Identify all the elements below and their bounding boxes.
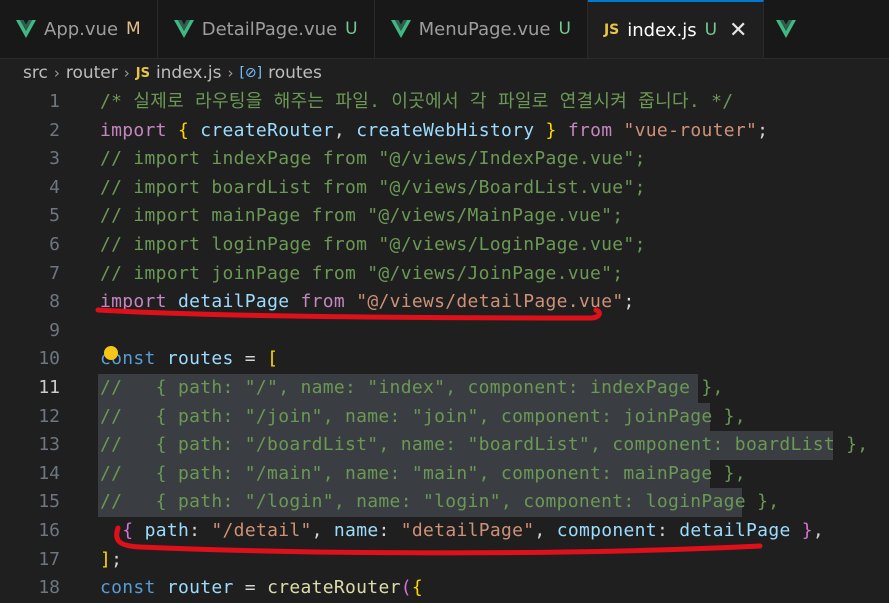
tab-detailpage-vue[interactable]: DetailPage.vue U — [158, 0, 375, 58]
code-text: // { path: "/", name: "index", component… — [100, 377, 724, 398]
tab-label: App.vue — [44, 18, 119, 40]
code-text: // import joinPage from "@/views/JoinPag… — [100, 262, 624, 284]
code-line: 2 import { createRouter, createWebHistory… — [0, 117, 889, 146]
tab-label: index.js — [627, 19, 697, 41]
tab-menupage-vue[interactable]: MenuPage.vue U — [375, 0, 588, 58]
code-line: 4 // import boardList from "@/views/Board… — [0, 174, 889, 203]
line-number: 15 — [38, 491, 60, 513]
line-number: 16 — [38, 520, 60, 541]
code-line: 7 // import joinPage from "@/views/JoinPa… — [0, 260, 889, 289]
code-text: import { createRouter, createWebHistory … — [100, 119, 769, 141]
code-text: // import boardList from "@/views/BoardL… — [100, 176, 646, 198]
code-line: 17]; — [0, 546, 889, 575]
code-line: 15 // { path: "/login", name: "login", co… — [0, 488, 889, 517]
breadcrumb-item-router[interactable]: router — [66, 63, 118, 83]
code-line: 16 { path: "/detail", name: "detailPage"… — [0, 517, 889, 546]
code-line: 6 // import loginPage from "@/views/Login… — [0, 231, 889, 260]
line-number: 17 — [38, 548, 60, 570]
tab-status-badge: U — [345, 19, 358, 39]
code-text: // import mainPage from "@/views/MainPag… — [100, 205, 624, 227]
code-line: 13 // { path: "/boardList", name: "boardL… — [0, 431, 889, 460]
tab-status-badge: U — [704, 20, 718, 40]
code-text: // import indexPage from "@/views/IndexP… — [100, 148, 646, 170]
code-text: // { path: "/login", name: "login", comp… — [100, 491, 780, 513]
code-text: { path: "/detail", name: "detailPage", c… — [122, 520, 825, 541]
tab-overflow[interactable] — [764, 0, 808, 58]
line-number: 14 — [38, 462, 60, 484]
code-text: /* 실제로 라우팅을 해주는 파일. 이곳에서 각 파일로 연결시켜 줍니다.… — [100, 91, 734, 112]
variable-symbol-icon: [⊘] — [239, 65, 263, 81]
tab-label: DetailPage.vue — [201, 18, 338, 40]
line-number: 13 — [38, 434, 60, 456]
code-line: 8 import detailPage from "@/views/detailP… — [0, 288, 889, 317]
tab-index-js[interactable]: JS index.js U ✕ — [587, 0, 765, 58]
chevron-right-icon: › — [123, 64, 130, 82]
line-number: 7 — [49, 262, 60, 284]
close-icon[interactable]: ✕ — [729, 18, 747, 43]
tab-label: MenuPage.vue — [418, 18, 551, 40]
tab-status-badge: U — [558, 19, 571, 39]
code-text: ]; — [100, 548, 123, 570]
code-text: // { path: "/boardList", name: "boardLis… — [100, 434, 869, 456]
line-number: 18 — [38, 577, 60, 599]
line-number: 9 — [49, 319, 60, 341]
line-number: 6 — [49, 234, 60, 255]
tab-app-vue[interactable]: App.vue M — [0, 0, 158, 58]
tab-status-badge: M — [126, 19, 141, 39]
js-icon: JS — [135, 65, 150, 81]
code-line: 18 const router = createRouter({ — [0, 574, 889, 603]
js-icon: JS — [603, 22, 620, 38]
editor-tab-bar: App.vue M DetailPage.vue U MenuPage.vue … — [0, 0, 889, 59]
line-number: 12 — [38, 405, 60, 427]
code-text: const routes = [ — [100, 348, 279, 370]
breadcrumb-item-file[interactable]: index.js — [156, 63, 222, 83]
vue-icon — [173, 20, 194, 38]
code-text: // { path: "/main", name: "main", compon… — [100, 462, 746, 484]
breadcrumb-item-symbol[interactable]: routes — [268, 63, 322, 83]
line-number: 11 — [38, 377, 60, 398]
code-line: 5 // import mainPage from "@/views/MainPa… — [0, 202, 889, 231]
line-number: 1 — [49, 91, 60, 112]
vue-icon — [16, 20, 36, 38]
code-line: 11 // { path: "/", name: "index", compone… — [0, 374, 889, 403]
line-number: 8 — [49, 291, 60, 313]
line-number: 2 — [49, 119, 60, 141]
line-number: 10 — [38, 348, 60, 370]
code-line: 1 /* 실제로 라우팅을 해주는 파일. 이곳에서 각 파일로 연결시켜 줍니다… — [0, 88, 889, 117]
code-line: 3 // import indexPage from "@/views/Index… — [0, 145, 889, 174]
code-line: 9 — [0, 317, 889, 346]
vue-icon — [390, 20, 411, 38]
code-line: 14 // { path: "/main", name: "main", comp… — [0, 460, 889, 489]
line-number: 5 — [49, 205, 60, 227]
lightbulb-icon[interactable] — [104, 346, 118, 360]
breadcrumb: src › router › JS index.js › [⊘] routes — [0, 58, 889, 88]
code-text: // { path: "/join", name: "join", compon… — [100, 405, 746, 427]
line-number: 3 — [49, 148, 60, 170]
code-text: // import loginPage from "@/views/LoginP… — [100, 234, 646, 255]
code-line: 12 // { path: "/join", name: "join", comp… — [0, 403, 889, 432]
code-text: const router = createRouter({ — [100, 577, 424, 599]
breadcrumb-item-src[interactable]: src — [23, 63, 48, 83]
vue-icon — [776, 20, 797, 38]
code-editor[interactable]: 1 /* 실제로 라우팅을 해주는 파일. 이곳에서 각 파일로 연결시켜 줍니다… — [0, 88, 889, 598]
code-line: 10 const routes = [ — [0, 345, 889, 374]
chevron-right-icon: › — [53, 64, 60, 82]
chevron-right-icon: › — [227, 64, 234, 82]
code-text: import detailPage from "@/views/detailPa… — [100, 291, 635, 313]
line-number: 4 — [49, 176, 60, 198]
